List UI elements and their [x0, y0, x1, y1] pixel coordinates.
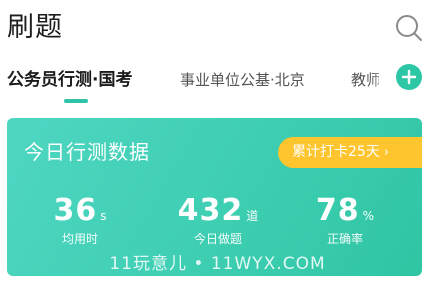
stat-avg-time: 36 s 均用时 [45, 192, 115, 248]
checkin-streak-button[interactable]: 累计打卡25天 › [278, 137, 422, 168]
stat-label: 今日做题 [193, 232, 242, 246]
stat-unit: 道 [246, 209, 259, 223]
plus-circle-icon [401, 69, 417, 85]
search-button[interactable] [393, 12, 425, 44]
stat-unit: % [362, 209, 375, 223]
stat-label: 均用时 [61, 232, 98, 246]
stat-unit: s [100, 209, 107, 223]
header: 刷题 [0, 0, 435, 60]
active-tab-indicator [64, 99, 88, 103]
card-title: 今日行测数据 [24, 140, 150, 164]
chevron-right-icon: › [383, 145, 390, 160]
stat-label: 正确率 [326, 232, 363, 246]
category-tabs: 公务员行测·国考 事业单位公基·北京 教师 [0, 60, 435, 108]
stat-questions-today: 432 道 今日做题 [173, 192, 263, 248]
tab-civil-service-national[interactable]: 公务员行测·国考 [7, 68, 132, 92]
tab-public-institution-beijing[interactable]: 事业单位公基·北京 [180, 68, 305, 92]
tab-fade-overlay [370, 60, 394, 108]
stat-accuracy: 78% 正确率 [310, 192, 380, 248]
watermark: 11玩意儿 • 11WYX.COM [109, 254, 326, 274]
add-category-button[interactable] [396, 64, 422, 90]
page-title: 刷题 [7, 12, 63, 43]
stat-value: 78 [315, 193, 360, 228]
search-icon [396, 15, 422, 41]
stat-value: 432 [177, 193, 244, 228]
streak-label: 累计打卡25天 [292, 144, 380, 160]
stat-value: 36 [53, 193, 98, 228]
